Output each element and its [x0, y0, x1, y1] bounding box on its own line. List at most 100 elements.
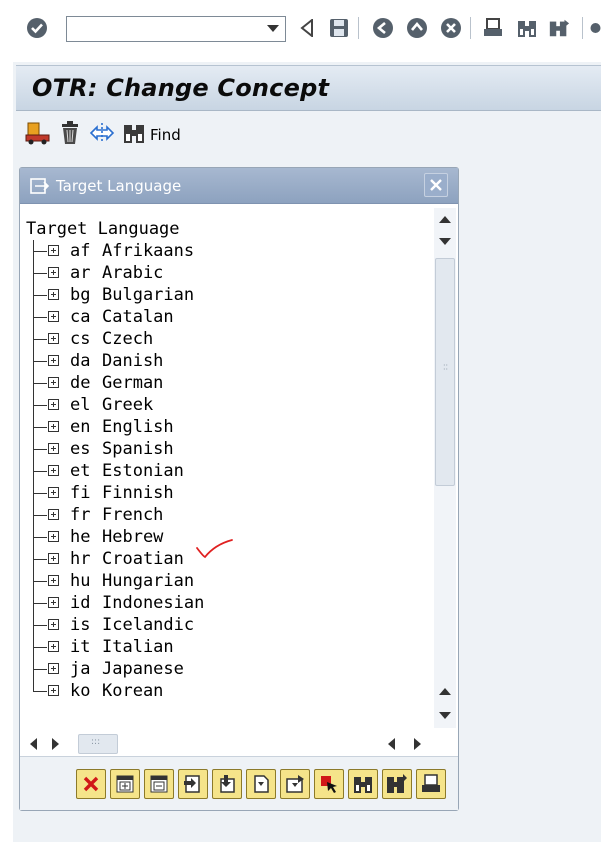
- tree-node-is[interactable]: is Icelandic: [26, 614, 432, 636]
- tree-node-hu[interactable]: hu Hungarian: [26, 570, 432, 592]
- command-dropdown-icon[interactable]: [262, 17, 284, 41]
- scroll-down-icon[interactable]: [437, 684, 453, 700]
- expand-node-icon[interactable]: [48, 663, 59, 674]
- exit-icon[interactable]: [406, 16, 428, 40]
- first-page-icon[interactable]: [590, 16, 601, 40]
- language-name: Arabic: [102, 263, 164, 283]
- tree-node-ko[interactable]: ko Korean: [26, 680, 432, 702]
- expand-node-icon[interactable]: [48, 311, 59, 322]
- collapse-all-button[interactable]: [144, 769, 174, 799]
- tree-connector: [33, 592, 47, 614]
- expand-node-icon[interactable]: [48, 531, 59, 542]
- expand-icon: [116, 775, 134, 793]
- save-icon[interactable]: [328, 16, 350, 40]
- scroll-bottom-icon[interactable]: [437, 708, 453, 724]
- expand-node-icon[interactable]: [48, 399, 59, 410]
- find-icon[interactable]: [516, 16, 538, 40]
- language-name: German: [102, 373, 164, 393]
- tree-node-bg[interactable]: bg Bulgarian: [26, 284, 432, 306]
- tree-node-de[interactable]: de German: [26, 372, 432, 394]
- tree-node-af[interactable]: af Afrikaans: [26, 240, 432, 262]
- close-icon[interactable]: [424, 173, 448, 197]
- expand-node-icon[interactable]: [48, 289, 59, 300]
- first-entry-button[interactable]: [246, 769, 276, 799]
- language-code: ar: [70, 263, 91, 283]
- collapse-toolbar-icon[interactable]: [296, 16, 318, 40]
- tree-connector: [33, 570, 47, 592]
- select-button[interactable]: [314, 769, 344, 799]
- vertical-scroll-thumb[interactable]: ·· ··: [435, 258, 455, 486]
- scroll-left-icon[interactable]: [26, 736, 42, 752]
- tree-node-da[interactable]: da Danish: [26, 350, 432, 372]
- tree-node-et[interactable]: et Estonian: [26, 460, 432, 482]
- cancel-icon[interactable]: [440, 16, 462, 40]
- tree-items: af Afrikaans ar Arabic bg Bulgarian ca Catalan c…: [26, 240, 432, 702]
- language-code: en: [70, 417, 91, 437]
- enter-icon[interactable]: [26, 16, 48, 40]
- scroll-right-icon[interactable]: [48, 736, 64, 752]
- find-icon[interactable]: [121, 120, 147, 146]
- where-used-icon[interactable]: [89, 120, 115, 146]
- expand-node-icon[interactable]: [48, 333, 59, 344]
- expand-subtree-button[interactable]: [178, 769, 208, 799]
- tree-node-ca[interactable]: ca Catalan: [26, 306, 432, 328]
- last-entry-button[interactable]: [280, 769, 310, 799]
- expand-all-button[interactable]: [110, 769, 140, 799]
- tree-node-es[interactable]: es Spanish: [26, 438, 432, 460]
- expand-node-icon[interactable]: [48, 267, 59, 278]
- tree-node-fi[interactable]: fi Finnish: [26, 482, 432, 504]
- language-tree[interactable]: Target Language af Afrikaans ar Arabic bg Bul…: [26, 218, 432, 708]
- tree-node-el[interactable]: el Greek: [26, 394, 432, 416]
- scroll-page-right-icon[interactable]: [410, 736, 426, 752]
- expand-node-icon[interactable]: [48, 355, 59, 366]
- tree-connector: [33, 548, 47, 570]
- tree-node-ar[interactable]: ar Arabic: [26, 262, 432, 284]
- tree-connector: [33, 394, 47, 416]
- language-name: Afrikaans: [102, 241, 195, 261]
- expand-node-icon[interactable]: [48, 245, 59, 256]
- back-icon[interactable]: [372, 16, 394, 40]
- tree-node-fr[interactable]: fr French: [26, 504, 432, 526]
- expand-node-icon[interactable]: [48, 487, 59, 498]
- tree-root-label[interactable]: Target Language: [26, 218, 432, 240]
- tree-node-ja[interactable]: ja Japanese: [26, 658, 432, 680]
- language-name: Danish: [102, 351, 164, 371]
- tree-node-it[interactable]: it Italian: [26, 636, 432, 658]
- expand-node-icon[interactable]: [48, 377, 59, 388]
- delete-icon[interactable]: [57, 120, 83, 146]
- scroll-top-icon[interactable]: [437, 212, 453, 228]
- tree-node-id[interactable]: id Indonesian: [26, 592, 432, 614]
- expand-node-icon[interactable]: [48, 443, 59, 454]
- tree-node-en[interactable]: en English: [26, 416, 432, 438]
- tree-connector: [33, 460, 47, 482]
- language-code: hu: [70, 571, 91, 591]
- tree-node-cs[interactable]: cs Czech: [26, 328, 432, 350]
- vertical-scrollbar[interactable]: ·· ··: [434, 208, 456, 728]
- find-next-icon[interactable]: [548, 16, 570, 40]
- expand-node-icon[interactable]: [48, 685, 59, 696]
- expand-node-icon[interactable]: [48, 641, 59, 652]
- cancel-button[interactable]: [76, 769, 106, 799]
- expand-node-icon[interactable]: [48, 553, 59, 564]
- collapse-subtree-button[interactable]: [212, 769, 242, 799]
- find-button[interactable]: [348, 769, 378, 799]
- scroll-up-icon[interactable]: [437, 234, 453, 250]
- language-code: es: [70, 439, 91, 459]
- command-field[interactable]: [66, 16, 286, 42]
- expand-node-icon[interactable]: [48, 619, 59, 630]
- transport-icon[interactable]: [25, 120, 51, 146]
- expand-node-icon[interactable]: [48, 465, 59, 476]
- scroll-page-left-icon[interactable]: [384, 736, 400, 752]
- horizontal-scrollbar[interactable]: :::: [26, 734, 436, 754]
- expand-node-icon[interactable]: [48, 575, 59, 586]
- print-icon[interactable]: [482, 16, 504, 40]
- expand-node-icon[interactable]: [48, 421, 59, 432]
- find-next-button[interactable]: [382, 769, 412, 799]
- tree-connector: [33, 614, 47, 636]
- find-label[interactable]: Find: [150, 126, 181, 144]
- expand-node-icon[interactable]: [48, 597, 59, 608]
- print-button[interactable]: [416, 769, 446, 799]
- horizontal-scroll-thumb[interactable]: :::: [78, 734, 118, 754]
- expand-node-icon[interactable]: [48, 509, 59, 520]
- system-toolbar: [0, 0, 601, 58]
